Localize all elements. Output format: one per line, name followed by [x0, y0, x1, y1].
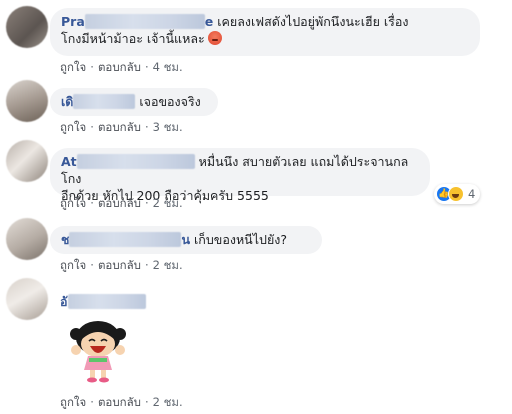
- like-link[interactable]: ถูกใจ: [60, 395, 86, 409]
- haha-icon: [448, 186, 464, 202]
- avatar[interactable]: [6, 6, 48, 48]
- redacted-name: [76, 154, 195, 169]
- reaction-summary[interactable]: 👍 4: [434, 184, 481, 204]
- comment-text: เก็บของหนีไปยัง?: [194, 232, 288, 247]
- like-link[interactable]: ถูกใจ: [60, 120, 86, 134]
- reply-link[interactable]: ตอบกลับ: [98, 196, 141, 210]
- redacted-name: [67, 294, 146, 309]
- comment-bubble: Pra e เคยลงเฟสดังไปอยู่พักนึงนะเฮีย เรื่อ…: [50, 8, 480, 56]
- timestamp[interactable]: 2 ชม.: [153, 196, 183, 210]
- redacted-name: [69, 232, 182, 247]
- comment-actions: ถูกใจ · ตอบกลับ · 4 ชม.: [60, 60, 183, 74]
- comment-author[interactable]: At: [61, 154, 195, 169]
- redacted-name: [73, 94, 136, 109]
- reply-link[interactable]: ตอบกลับ: [98, 258, 141, 272]
- reply-link[interactable]: ตอบกลับ: [98, 60, 141, 74]
- comment-text: เจอของจริง: [139, 94, 201, 109]
- redacted-name: [84, 14, 205, 29]
- comment-author-line: อั: [60, 292, 146, 312]
- timestamp[interactable]: 2 ชม.: [153, 258, 183, 272]
- reply-link[interactable]: ตอบกลับ: [98, 120, 141, 134]
- reaction-count: 4: [468, 187, 476, 201]
- comment-author[interactable]: อั: [60, 294, 146, 309]
- comment-actions: ถูกใจ · ตอบกลับ · 3 ชม.: [60, 120, 183, 134]
- like-link[interactable]: ถูกใจ: [60, 196, 86, 210]
- comment-actions: ถูกใจ · ตอบกลับ · 2 ชม.: [60, 395, 183, 409]
- timestamp[interactable]: 4 ชม.: [153, 60, 183, 74]
- comment-bubble: ชน เก็บของหนีไปยัง?: [50, 226, 322, 254]
- comment-bubble: At หมื่นนึง สบายตัวเลย แถมได้ประจานกลโกง…: [50, 148, 430, 203]
- avatar[interactable]: [6, 218, 48, 260]
- comment-bubble: เดิ เจอของจริง: [50, 88, 218, 116]
- avatar[interactable]: [6, 80, 48, 122]
- avatar[interactable]: [6, 140, 48, 182]
- timestamp[interactable]: 3 ชม.: [153, 120, 183, 134]
- comment-actions: ถูกใจ · ตอบกลับ · 2 ชม.: [60, 196, 183, 210]
- comment-text: โกงมีหน้าม้าอะ เจ้านี้แหละ: [61, 31, 205, 46]
- laughing-girl-sticker: [70, 321, 126, 383]
- avatar[interactable]: [6, 278, 48, 320]
- reply-link[interactable]: ตอบกลับ: [98, 395, 141, 409]
- comment-actions: ถูกใจ · ตอบกลับ · 2 ชม.: [60, 258, 183, 272]
- comment-author[interactable]: เดิ: [61, 94, 136, 109]
- like-link[interactable]: ถูกใจ: [60, 60, 86, 74]
- timestamp[interactable]: 2 ชม.: [153, 395, 183, 409]
- comment-author[interactable]: Pra e: [61, 14, 213, 29]
- angry-face-icon: [207, 31, 222, 45]
- like-link[interactable]: ถูกใจ: [60, 258, 86, 272]
- comment-text: เคยลงเฟสดังไปอยู่พักนึงนะเฮีย เรื่อง: [217, 14, 409, 29]
- comment-author[interactable]: ชน: [61, 232, 190, 247]
